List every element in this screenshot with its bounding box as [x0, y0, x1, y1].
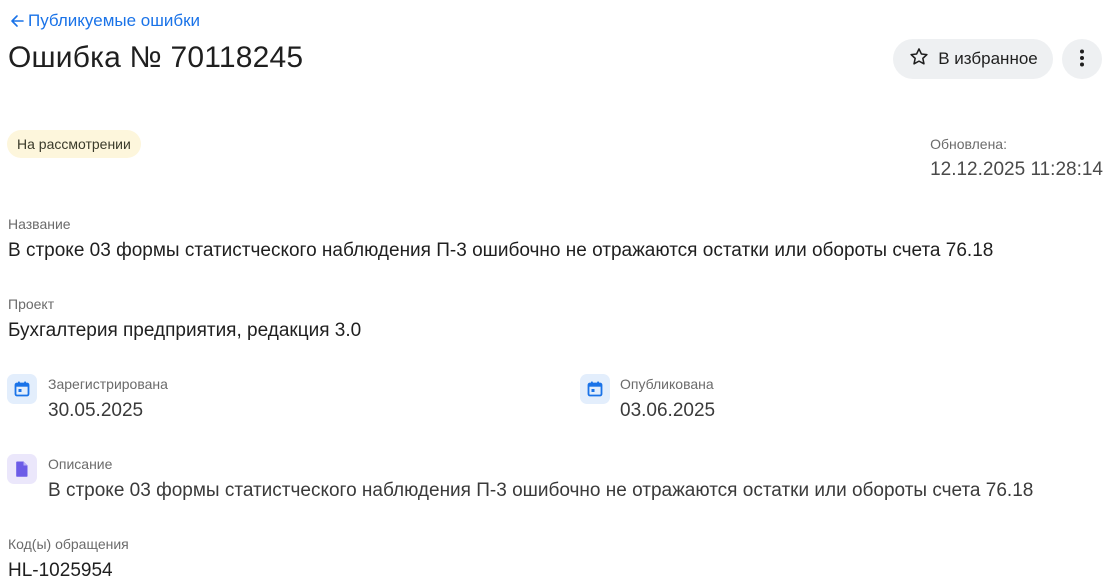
name-value: В строке 03 формы статистческого наблюде…: [8, 240, 994, 261]
registered-field: Зарегистрирована 30.05.2025: [48, 376, 168, 422]
description-value: В строке 03 формы статистческого наблюде…: [48, 480, 1034, 501]
request-codes-label: Код(ы) обращения: [8, 536, 129, 552]
project-field: Проект Бухгалтерия предприятия, редакция…: [8, 296, 361, 342]
back-link[interactable]: Публикуемые ошибки: [9, 11, 200, 31]
published-field: Опубликована 03.06.2025: [620, 376, 715, 422]
project-label: Проект: [8, 296, 55, 312]
registered-label: Зарегистрирована: [48, 376, 168, 392]
calendar-icon: [7, 374, 37, 404]
favorite-label: В избранное: [938, 49, 1038, 68]
status-badge: На рассмотрении: [7, 130, 141, 158]
description-field: Описание В строке 03 формы статистческог…: [48, 456, 1033, 502]
name-label: Название: [8, 216, 71, 232]
published-value: 03.06.2025: [620, 400, 716, 421]
document-icon: [7, 454, 37, 484]
calendar-icon: [580, 374, 610, 404]
more-vertical-icon: [1079, 48, 1085, 71]
updated-info: Обновлена: 12.12.2025 11:28:14: [930, 136, 1103, 181]
description-label: Описание: [48, 456, 113, 472]
updated-label: Обновлена:: [930, 136, 1007, 152]
star-outline-icon: [908, 46, 930, 73]
arrow-left-icon: [9, 13, 25, 29]
back-link-label: Публикуемые ошибки: [28, 11, 201, 30]
registered-value: 30.05.2025: [48, 400, 144, 421]
add-to-favorites-button[interactable]: В избранное: [893, 39, 1053, 79]
updated-value: 12.12.2025 11:28:14: [930, 159, 1103, 180]
request-codes-field: Код(ы) обращения HL-1025954: [8, 536, 129, 582]
project-value: Бухгалтерия предприятия, редакция 3.0: [8, 320, 362, 341]
page-title: Ошибка № 70118245: [8, 41, 304, 74]
request-codes-value: HL-1025954: [8, 560, 113, 581]
name-field: Название В строке 03 формы статистческог…: [8, 216, 993, 262]
more-actions-button[interactable]: [1062, 39, 1102, 79]
published-label: Опубликована: [620, 376, 714, 392]
